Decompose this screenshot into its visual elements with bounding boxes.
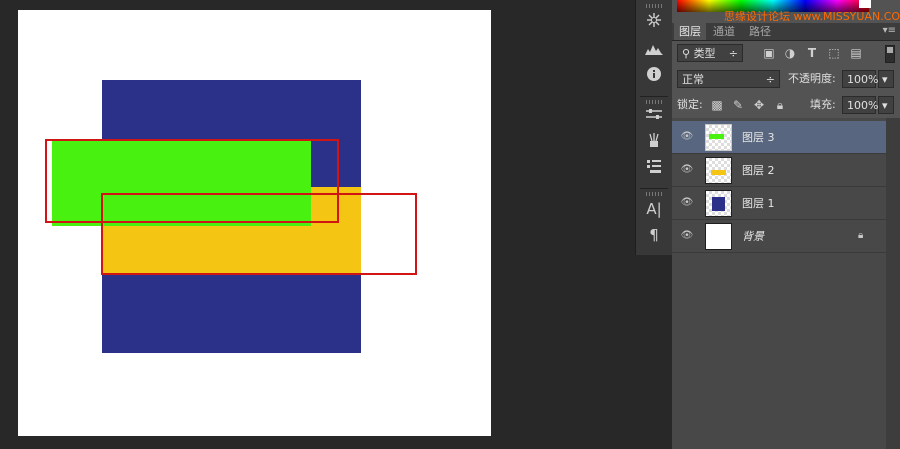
eye-icon[interactable]: 👁︎ [680,197,694,209]
image-filter-icon[interactable]: ▣ [762,44,776,62]
paragraph-icon[interactable]: ¶ [642,224,666,246]
chevron-down-icon: ▾ [882,73,888,86]
tab-channels[interactable]: 通道 [708,23,740,40]
smart-object-filter-icon[interactable]: ▤ [849,44,863,62]
layer-row-background[interactable]: 👁︎ 背景 🔒︎ [672,220,886,253]
layer-thumbnail [705,223,732,250]
chevron-down-icon: ▾ [882,99,888,112]
snowflake-icon[interactable] [642,12,666,34]
strip-grip[interactable] [646,192,662,196]
eye-icon[interactable]: 👁︎ [680,230,694,242]
opacity-dropdown-button[interactable]: ▾ [878,70,894,88]
lock-transparent-pixels-icon[interactable]: ▩ [710,96,724,114]
opacity-input[interactable]: 100% [842,70,878,88]
eye-icon[interactable]: 👁︎ [680,131,694,143]
strip-separator [640,96,668,97]
blend-mode-value: 正常 [682,73,704,86]
select-arrow-icon: ÷ [765,73,775,86]
panel-tab-bar: 图层 通道 路径 ▾≡ [672,23,900,41]
fill-input[interactable]: 100% [842,96,878,114]
white-swatch[interactable] [859,0,871,8]
strip-separator [640,188,668,189]
layer-name: 图层 1 [742,197,775,210]
panel-menu-icon[interactable]: ▾≡ [883,25,896,36]
shape-filter-icon[interactable]: ⬚ [827,44,841,62]
tab-paths[interactable]: 路径 [744,23,776,40]
filter-row: ⚲ 类型 ÷ ▣ ◑ T ⬚ ▤ [672,42,900,64]
lock-position-icon[interactable]: ✥ [752,96,766,114]
adjustment-filter-icon[interactable]: ◑ [783,44,797,62]
lock-all-icon[interactable]: 🔒︎ [773,96,787,114]
layer-row-1[interactable]: 👁︎ 图层 1 [672,187,886,220]
layer-name: 背景 [742,230,764,243]
strip-grip[interactable] [646,4,662,8]
layers-list: 👁︎ 图层 3 👁︎ 图层 2 👁︎ 图层 1 👁︎ 背景 🔒︎ [672,118,886,449]
lock-row: 锁定: ▩ ✎ ✥ 🔒︎ 填充: 100% ▾ [672,95,900,115]
filter-kind-select[interactable]: ⚲ 类型 ÷ [677,44,743,62]
strip-grip[interactable] [646,100,662,104]
info-icon[interactable] [642,66,666,88]
layer-name: 图层 3 [742,131,775,144]
layer-name: 图层 2 [742,164,775,177]
document-canvas[interactable] [18,10,491,436]
lock-label: 锁定: [677,98,703,111]
layer-thumbnail [705,124,732,151]
search-icon: ⚲ [682,47,694,60]
fill-dropdown-button[interactable]: ▾ [878,96,894,114]
clone-source-icon[interactable] [642,158,666,180]
brushes-icon[interactable] [642,132,666,154]
red-selection-frame-bottom [101,193,417,275]
blend-row: 正常 ÷ 不透明度: 100% ▾ [672,69,900,89]
select-arrow-icon: ÷ [728,47,738,60]
lock-image-pixels-icon[interactable]: ✎ [731,96,745,114]
watermark-text: 思缘设计论坛 www.MISSYUAN.COM [724,10,900,23]
character-icon[interactable]: A| [642,198,666,220]
opacity-label: 不透明度: [788,72,836,85]
histogram-icon[interactable] [642,40,666,62]
blend-mode-select[interactable]: 正常 ÷ [677,70,780,88]
layers-panel: 思缘设计论坛 www.MISSYUAN.COM 图层 通道 路径 ▾≡ ⚲ 类型… [672,0,900,449]
layer-row-2[interactable]: 👁︎ 图层 2 [672,154,886,187]
tab-layers[interactable]: 图层 [674,23,706,40]
eye-icon[interactable]: 👁︎ [680,164,694,176]
layer-thumbnail [705,157,732,184]
layers-scrollbar[interactable] [886,118,900,449]
fill-label: 填充: [810,98,836,111]
filter-toggle-switch[interactable] [885,45,895,63]
filter-kind-label: 类型 [693,47,716,60]
type-filter-icon[interactable]: T [805,44,819,62]
lock-icon: 🔒︎ [858,230,864,241]
layer-thumbnail [705,190,732,217]
adjust-icon[interactable] [642,106,666,128]
layer-row-3[interactable]: 👁︎ 图层 3 [672,121,886,154]
panel-tool-strip: A| ¶ [635,0,673,255]
